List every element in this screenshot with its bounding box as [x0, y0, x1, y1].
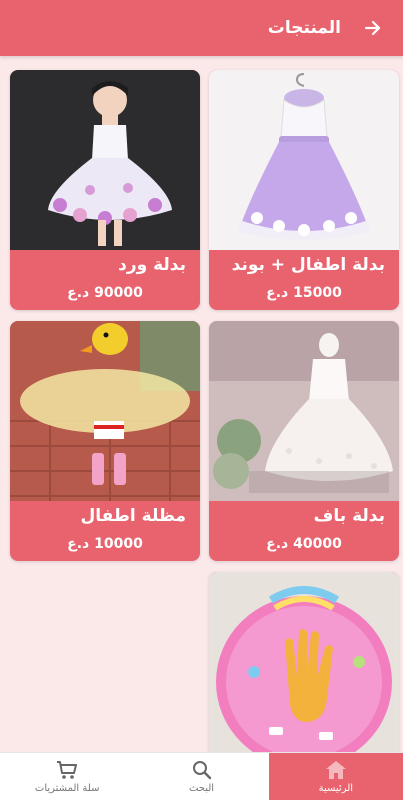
nav-search[interactable]: البحث: [134, 753, 268, 800]
product-name: بدلة ورد: [118, 255, 186, 275]
product-card[interactable]: بدلة ورد 90000 د.ع: [10, 70, 200, 310]
product-price: 90000 د.ع: [67, 285, 143, 301]
product-name: بدلة اطفال + بوند: [231, 255, 385, 275]
search-icon: [192, 760, 211, 779]
cart-icon: [57, 760, 78, 779]
product-image: [209, 572, 399, 752]
page-title: المنتجات: [267, 18, 341, 38]
nav-search-label: البحث: [188, 782, 215, 794]
home-icon: [325, 760, 346, 779]
product-image: [209, 321, 399, 501]
product-card[interactable]: بدلة باف 40000 د.ع: [209, 321, 399, 561]
arrow-right-icon: [364, 20, 381, 36]
product-card[interactable]: مظلة اطفال 10000 د.ع: [10, 321, 200, 561]
app-header: المنتجات: [0, 0, 403, 56]
product-image: [10, 321, 200, 501]
product-price: 40000 د.ع: [266, 536, 342, 552]
product-image: [10, 70, 200, 250]
nav-cart-label: سلة المشتريات: [34, 782, 100, 794]
back-button[interactable]: [359, 14, 387, 42]
product-name: بدلة باف: [313, 506, 385, 526]
nav-home-label: الرئيسية: [318, 782, 354, 794]
product-card[interactable]: [209, 572, 399, 752]
product-price: 15000 د.ع: [266, 285, 342, 301]
product-name: مظلة اطفال: [80, 506, 186, 526]
bottom-navigation: الرئيسية البحث سلة المشتريات: [0, 752, 403, 800]
nav-cart[interactable]: سلة المشتريات: [0, 753, 134, 800]
product-grid: بدلة اطفال + بوند 15000 د.ع بدلة ورد 900…: [0, 56, 403, 752]
product-card[interactable]: بدلة اطفال + بوند 15000 د.ع: [209, 70, 399, 310]
product-image: [209, 70, 399, 250]
product-price: 10000 د.ع: [67, 536, 143, 552]
nav-home[interactable]: الرئيسية: [268, 753, 403, 800]
